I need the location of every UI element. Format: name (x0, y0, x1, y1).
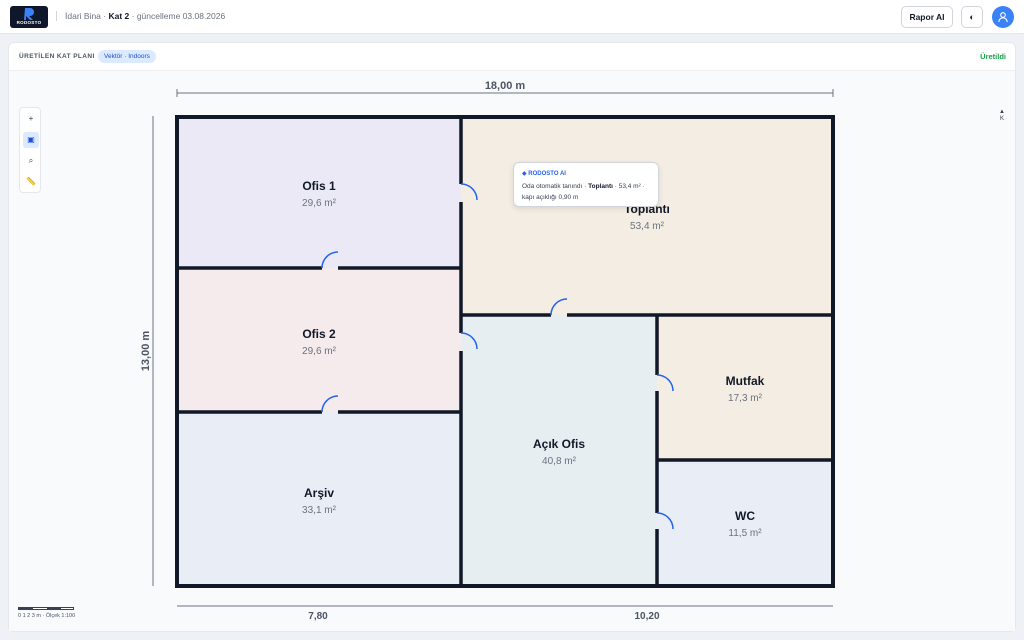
north-label: K (999, 116, 1004, 122)
room-name: Ofis 1 (302, 179, 336, 193)
scale-bar-graphic (18, 607, 74, 610)
floor-plan-svg[interactable]: 18,00 m 13,00 m 7,80 10,20 Ofis 1 29,6 m… (9, 71, 1015, 631)
room-area: 17,3 m² (728, 393, 763, 404)
breadcrumb: İdari Bina · Kat 2 · güncelleme 03.08.20… (56, 11, 225, 21)
scale-text: 0 1 2 3 m · Ölçek 1:100 (18, 613, 76, 619)
report-ai-button[interactable]: Rapor AI (901, 6, 953, 28)
room-area: 29,6 m² (302, 198, 337, 209)
room-area: 33,1 m² (302, 505, 337, 516)
panel-header: ÜRETİLEN KAT PLANI Vektör · Indoors Üret… (9, 43, 1015, 71)
rodosto-logo[interactable]: RODOSTO (10, 6, 48, 28)
room-area: 11,5 m² (728, 528, 762, 539)
room-wc[interactable] (657, 460, 833, 586)
panel-title: ÜRETİLEN KAT PLANI (19, 53, 95, 60)
room-name: Ofis 2 (302, 327, 336, 341)
ruler-icon[interactable]: 📏 (23, 174, 39, 190)
status-badge: Üretildi (980, 52, 1006, 61)
plan-canvas[interactable]: 18,00 m 13,00 m 7,80 10,20 Ofis 1 29,6 m… (9, 71, 1015, 631)
north-arrow: ▲ K (997, 109, 1007, 123)
bottom-left-label: 7,80 (308, 611, 328, 622)
breadcrumb-building[interactable]: İdari Bina (65, 11, 101, 21)
ai-tooltip-title: ◆ RODOSTO AI (522, 171, 566, 177)
plus-icon[interactable]: + (23, 111, 39, 127)
width-label: 18,00 m (485, 80, 526, 92)
room-name: Arşiv (304, 486, 334, 500)
breadcrumb-floor[interactable]: Kat 2 (108, 11, 129, 21)
contrast-icon: ◐ (969, 12, 975, 22)
floor-plan-panel: ÜRETİLEN KAT PLANI Vektör · Indoors Üret… (8, 42, 1016, 632)
brand-name: RODOSTO (16, 20, 42, 25)
bottom-right-label: 10,20 (634, 611, 659, 622)
room-toplanti[interactable] (461, 117, 833, 315)
room-name: WC (735, 509, 755, 523)
zoom-icon[interactable]: ⌕ (23, 153, 39, 169)
user-icon (998, 12, 1008, 23)
room-name: Mutfak (726, 374, 765, 388)
room-area: 40,8 m² (542, 456, 577, 467)
map-toolbar: + ▣ ⌕ 📏 (19, 107, 41, 193)
select-icon[interactable]: ▣ (23, 132, 39, 148)
user-avatar[interactable] (992, 6, 1014, 28)
format-badge: Vektör · Indoors (98, 50, 156, 63)
room-name: Açık Ofis (533, 437, 585, 451)
north-arrow-icon: ▲ (999, 109, 1005, 115)
breadcrumb-updated: · güncelleme 03.08.2026 (129, 11, 226, 21)
ai-tooltip: ◆ RODOSTO AI Oda otomatik tanındı · Topl… (513, 162, 659, 207)
scale-bar: 0 1 2 3 m · Ölçek 1:100 (18, 607, 75, 619)
top-bar: RODOSTO İdari Bina · Kat 2 · güncelleme … (0, 0, 1024, 34)
room-area: 29,6 m² (302, 346, 337, 357)
theme-toggle-button[interactable]: ◐ (961, 6, 983, 28)
ai-tooltip-body: Oda otomatik tanındı · Toplantı · 53,4 m… (522, 183, 645, 201)
height-label: 13,00 m (140, 331, 152, 372)
room-area: 53,4 m² (630, 221, 665, 232)
